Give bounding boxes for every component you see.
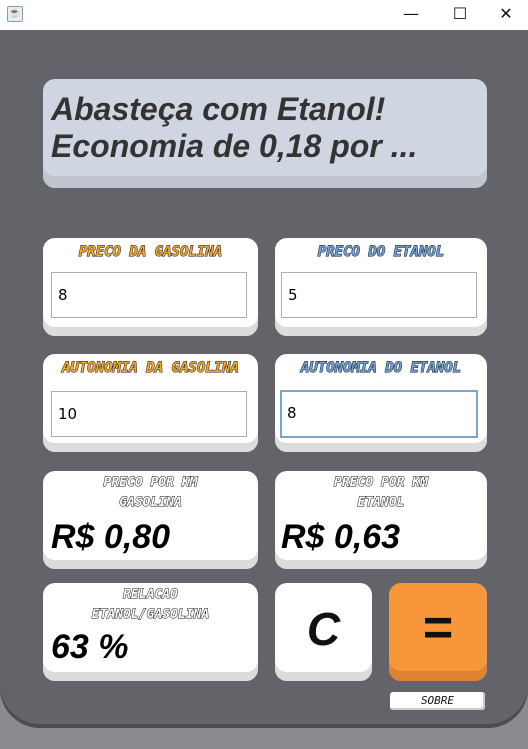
java-icon: ☕ (7, 6, 23, 22)
gas-price-label: PRECO DA GASOLINA (78, 244, 223, 261)
maximize-button[interactable]: ☐ (438, 0, 482, 30)
gas-autonomy-input[interactable]: 10 (51, 391, 247, 437)
eth-autonomy-input[interactable]: 8 (280, 390, 478, 438)
minimize-button[interactable]: — (389, 0, 433, 30)
calculate-button[interactable]: = (389, 583, 487, 681)
message-line-1: Abasteça com Etanol! (51, 91, 386, 127)
label-line: RELACAO (123, 587, 179, 603)
clear-button[interactable]: C (275, 583, 372, 681)
ratio-card: RELACAO ETANOL/GASOLINA 63 % (43, 583, 258, 681)
ratio-label: RELACAO ETANOL/GASOLINA (43, 585, 258, 625)
label-line: PRECO POR KM (103, 475, 198, 491)
message-line-2: Economia de 0,18 por ... (51, 128, 418, 164)
label-line: GASOLINA (119, 495, 183, 511)
gas-price-card: PRECO DA GASOLINA 8 (43, 238, 258, 336)
about-button[interactable]: SOBRE (390, 692, 485, 710)
ratio-value: 63 % (51, 628, 129, 666)
gas-per-km-value: R$ 0,80 (51, 518, 171, 556)
eth-price-label: PRECO DO ETANOL (317, 244, 445, 261)
eth-autonomy-label: AUTONOMIA DO ETANOL (300, 360, 462, 377)
gas-per-km-card: PRECO POR KM GASOLINA R$ 0,80 (43, 471, 258, 569)
eth-per-km-label: PRECO POR KM ETANOL (275, 473, 487, 513)
gas-autonomy-label: AUTONOMIA DA GASOLINA (61, 360, 239, 377)
eth-price-card: PRECO DO ETANOL 5 (275, 238, 487, 336)
gas-price-input[interactable]: 8 (51, 272, 247, 318)
label-line: PRECO POR KM (334, 475, 429, 491)
close-button[interactable]: ✕ (484, 0, 528, 30)
label-line: ETANOL/GASOLINA (91, 607, 210, 623)
title-bar: ☕ — ☐ ✕ (0, 0, 528, 30)
eth-price-input[interactable]: 5 (281, 272, 477, 318)
result-message: Abasteça com Etanol! Economia de 0,18 po… (43, 79, 487, 188)
eth-per-km-value: R$ 0,63 (281, 518, 401, 556)
gas-per-km-label: PRECO POR KM GASOLINA (43, 473, 258, 513)
eth-autonomy-card: AUTONOMIA DO ETANOL 8 (275, 354, 487, 452)
label-line: ETANOL (357, 495, 405, 511)
gas-autonomy-card: AUTONOMIA DA GASOLINA 10 (43, 354, 258, 452)
eth-per-km-card: PRECO POR KM ETANOL R$ 0,63 (275, 471, 487, 569)
